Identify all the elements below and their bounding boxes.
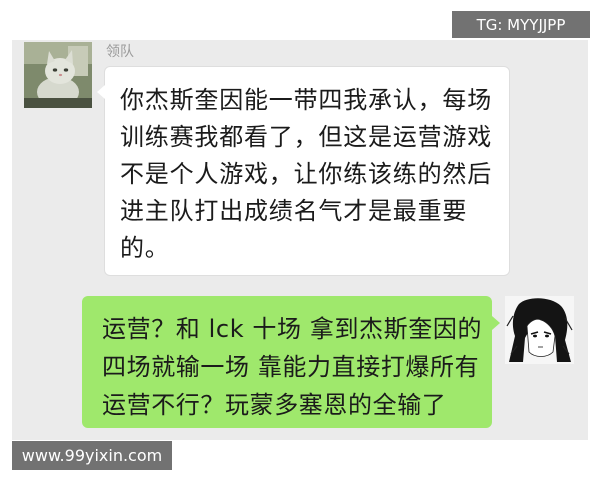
outgoing-message-bubble[interactable]: 运营？和 lck 十场 拿到杰斯奎因的 四场就输一场 靠能力直接打爆所有 运营不… [82, 296, 500, 428]
anime-character-avatar-icon[interactable] [505, 296, 574, 364]
message-line: 进主队打出成绩名气才是最重要 [120, 197, 468, 225]
message-line: 运营？和 lck 十场 拿到杰斯奎因的 [102, 315, 483, 343]
watermark-top-right: TG: MYYJJPP [452, 11, 590, 38]
message-line: 你杰斯奎因能一带四我承认，每场 [120, 86, 492, 114]
incoming-message-bubble[interactable]: 你杰斯奎因能一带四我承认，每场 训练赛我都看了，但这是运营游戏 不是个人游戏，让… [97, 66, 510, 276]
message-line: 的。 [120, 234, 170, 262]
message-line: 运营不行？玩蒙多塞恩的全输了 [102, 391, 447, 419]
cat-avatar-icon[interactable] [24, 42, 92, 108]
message-line: 四场就输一场 靠能力直接打爆所有 [102, 353, 480, 381]
message-line: 不是个人游戏，让你练该练的然后 [120, 160, 492, 188]
chat-screenshot: 领队 你杰斯奎因能一带四我承认，每场 训练赛我都看了，但这是运营游戏 不是个人游… [0, 0, 600, 480]
message-line: 训练赛我都看了，但这是运营游戏 [120, 123, 492, 151]
watermark-bottom-left: www.99yixin.com [12, 441, 172, 470]
sender-name: 领队 [106, 44, 134, 60]
bubble-tail [492, 316, 500, 330]
bubble-tail [97, 85, 105, 99]
